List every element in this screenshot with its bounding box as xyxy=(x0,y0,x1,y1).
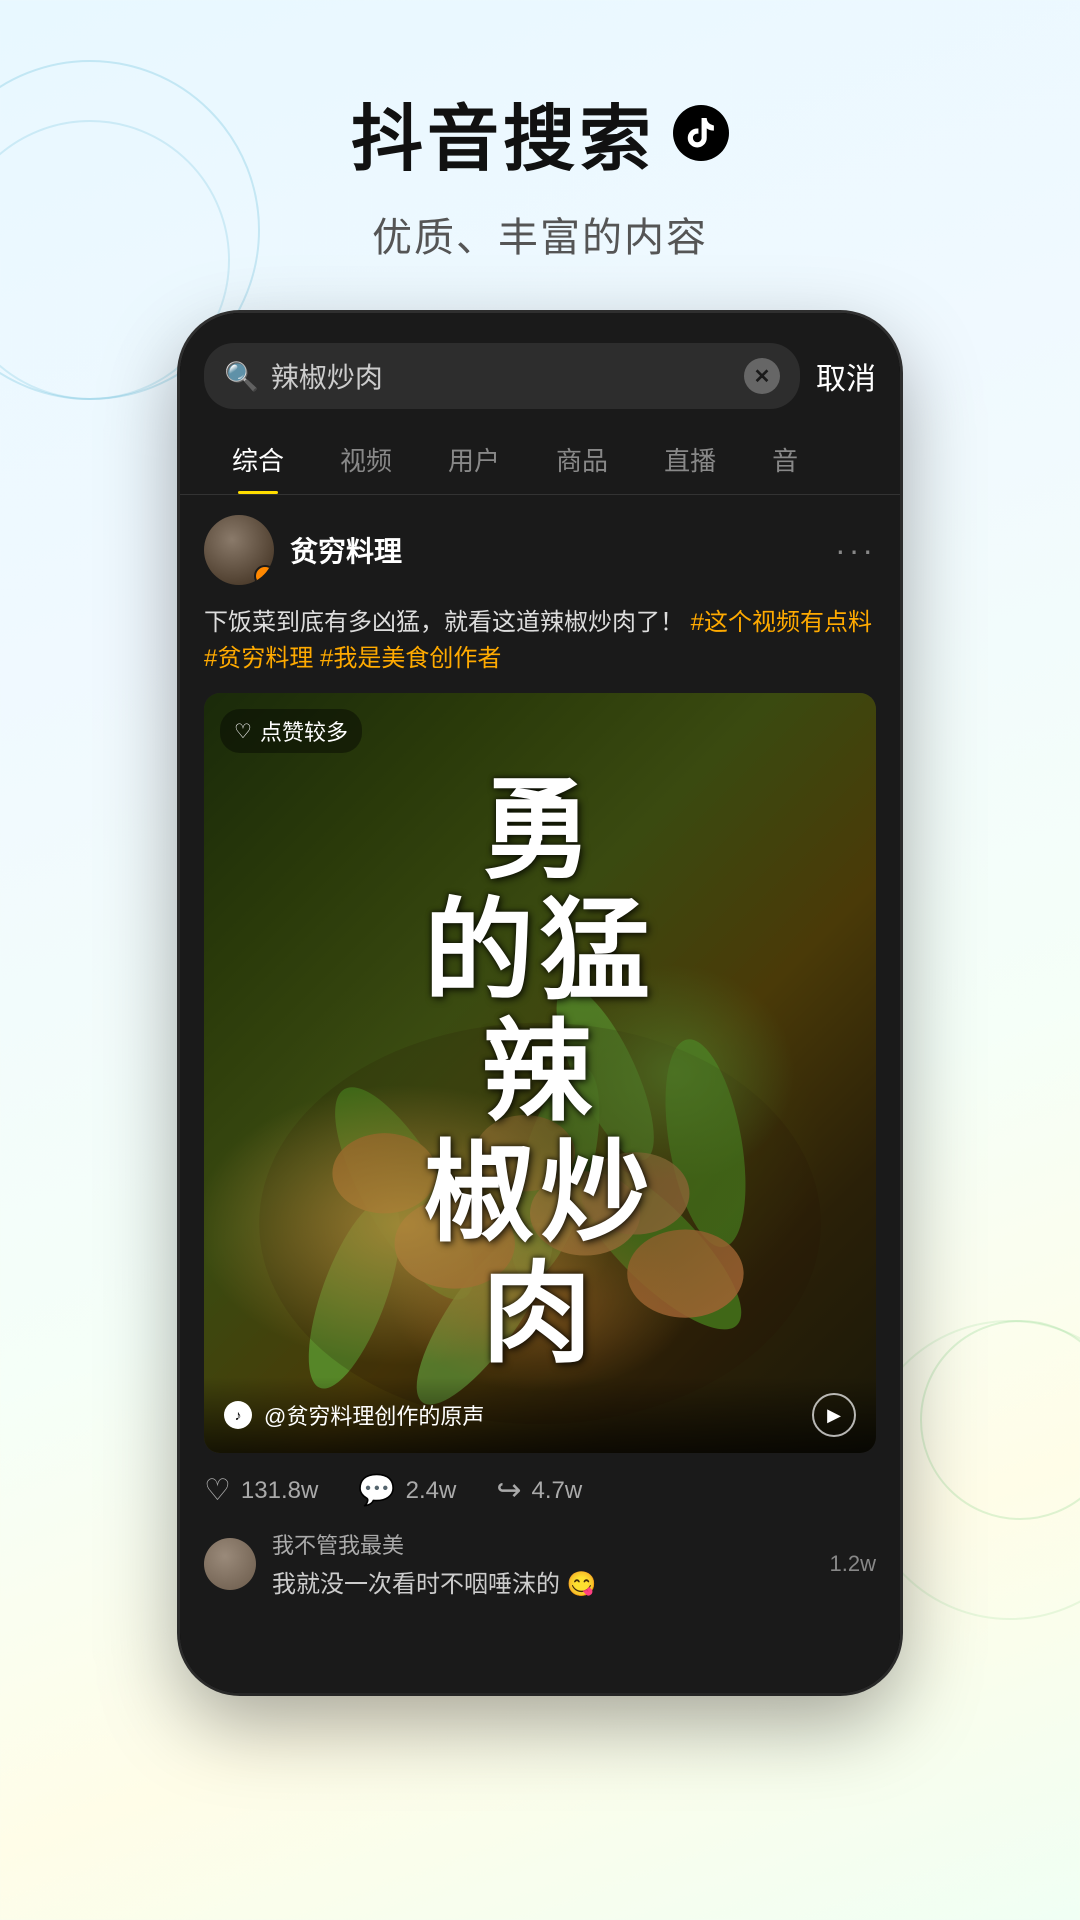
post-user-info: ✓ 贫穷料理 xyxy=(204,515,402,585)
post-header: ✓ 贫穷料理 ··· xyxy=(180,495,900,605)
tab-视频-label: 视频 xyxy=(340,446,392,476)
comment-icon: 💬 xyxy=(358,1473,395,1508)
tabs-area: 综合 视频 用户 商品 直播 音 xyxy=(180,425,900,495)
shares-item[interactable]: ↪ 4.7w xyxy=(496,1473,582,1508)
comment-text: 我就没一次看时不咽唾沫的 😋 xyxy=(272,1564,814,1599)
post-desc-text: 下饭菜到底有多凶猛，就看这道辣椒炒肉了！ xyxy=(204,609,691,636)
video-title-text: 勇的猛辣椒炒肉 xyxy=(424,771,656,1376)
tab-综合-label: 综合 xyxy=(232,446,284,476)
tiktok-note-icon: ♪ xyxy=(224,1401,252,1429)
tab-音[interactable]: 音 xyxy=(744,425,826,494)
app-subtitle: 优质、丰富的内容 xyxy=(0,205,1080,263)
tab-商品-label: 商品 xyxy=(556,446,608,476)
phone-interior: 🔍 辣椒炒肉 ✕ 取消 综合 视频 用户 商品 xyxy=(180,313,900,1693)
comment-count: 1.2w xyxy=(830,1551,876,1577)
tab-用户-label: 用户 xyxy=(448,446,500,476)
phone-wrapper: 🔍 辣椒炒肉 ✕ 取消 综合 视频 用户 商品 xyxy=(0,313,1080,1693)
video-bottom: ♪ @贫穷料理创作的原声 ▶ xyxy=(204,1377,876,1453)
search-area: 🔍 辣椒炒肉 ✕ 取消 xyxy=(180,313,900,425)
like-icon: ♡ xyxy=(204,1473,231,1508)
tab-用户[interactable]: 用户 xyxy=(420,425,528,494)
likes-badge-text: 点赞较多 xyxy=(260,715,348,747)
more-options-icon[interactable]: ··· xyxy=(835,532,876,569)
post-description: 下饭菜到底有多凶猛，就看这道辣椒炒肉了！ #这个视频有点料 #贫穷料理 #我是美… xyxy=(180,605,900,693)
tab-音-label: 音 xyxy=(772,446,798,476)
hashtag-2[interactable]: #贫穷料理 xyxy=(204,645,320,672)
username[interactable]: 贫穷料理 xyxy=(290,530,402,570)
sound-credit: @贫穷料理创作的原声 xyxy=(264,1399,800,1431)
verified-badge: ✓ xyxy=(254,565,274,585)
phone-frame: 🔍 辣椒炒肉 ✕ 取消 综合 视频 用户 商品 xyxy=(180,313,900,1693)
content-area: ✓ 贫穷料理 ··· 下饭菜到底有多凶猛，就看这道辣椒炒肉了！ #这个视频有点料… xyxy=(180,495,900,1693)
comment-preview: 我不管我最美 我就没一次看时不咽唾沫的 😋 1.2w xyxy=(180,1528,900,1599)
tab-视频[interactable]: 视频 xyxy=(312,425,420,494)
video-overlay-text: 勇的猛辣椒炒肉 xyxy=(204,693,876,1453)
clear-search-button[interactable]: ✕ xyxy=(744,358,780,394)
app-title-container: 抖音搜索 xyxy=(0,80,1080,185)
user-avatar[interactable]: ✓ xyxy=(204,515,274,585)
tab-商品[interactable]: 商品 xyxy=(528,425,636,494)
share-icon: ↪ xyxy=(496,1473,521,1508)
search-icon: 🔍 xyxy=(224,360,259,393)
tab-直播-label: 直播 xyxy=(664,446,716,476)
comments-item[interactable]: 💬 2.4w xyxy=(358,1473,456,1508)
app-title: 抖音搜索 xyxy=(351,80,655,185)
heart-icon: ♡ xyxy=(234,719,252,744)
search-bar[interactable]: 🔍 辣椒炒肉 ✕ xyxy=(204,343,800,409)
likes-badge: ♡ 点赞较多 xyxy=(220,709,362,753)
commenter-avatar xyxy=(204,1538,256,1590)
cancel-search-button[interactable]: 取消 xyxy=(816,354,876,398)
hashtag-1[interactable]: #这个视频有点料 xyxy=(691,609,872,636)
likes-item[interactable]: ♡ 131.8w xyxy=(204,1473,318,1508)
engagement-bar: ♡ 131.8w 💬 2.4w ↪ 4.7w xyxy=(180,1453,900,1528)
play-button[interactable]: ▶ xyxy=(812,1393,856,1437)
hashtag-3[interactable]: #我是美食创作者 xyxy=(320,645,501,672)
tiktok-logo-badge xyxy=(673,105,729,161)
likes-count: 131.8w xyxy=(241,1477,318,1505)
header-section: 抖音搜索 优质、丰富的内容 xyxy=(0,0,1080,303)
video-thumbnail[interactable]: 勇的猛辣椒炒肉 ♡ 点赞较多 ♪ @贫穷料理创作的原声 ▶ xyxy=(204,693,876,1453)
shares-count: 4.7w xyxy=(532,1477,583,1505)
commenter-name: 我不管我最美 xyxy=(272,1528,814,1560)
search-query-text: 辣椒炒肉 xyxy=(271,356,732,396)
tab-直播[interactable]: 直播 xyxy=(636,425,744,494)
comments-count: 2.4w xyxy=(406,1477,457,1505)
tab-综合[interactable]: 综合 xyxy=(204,425,312,494)
